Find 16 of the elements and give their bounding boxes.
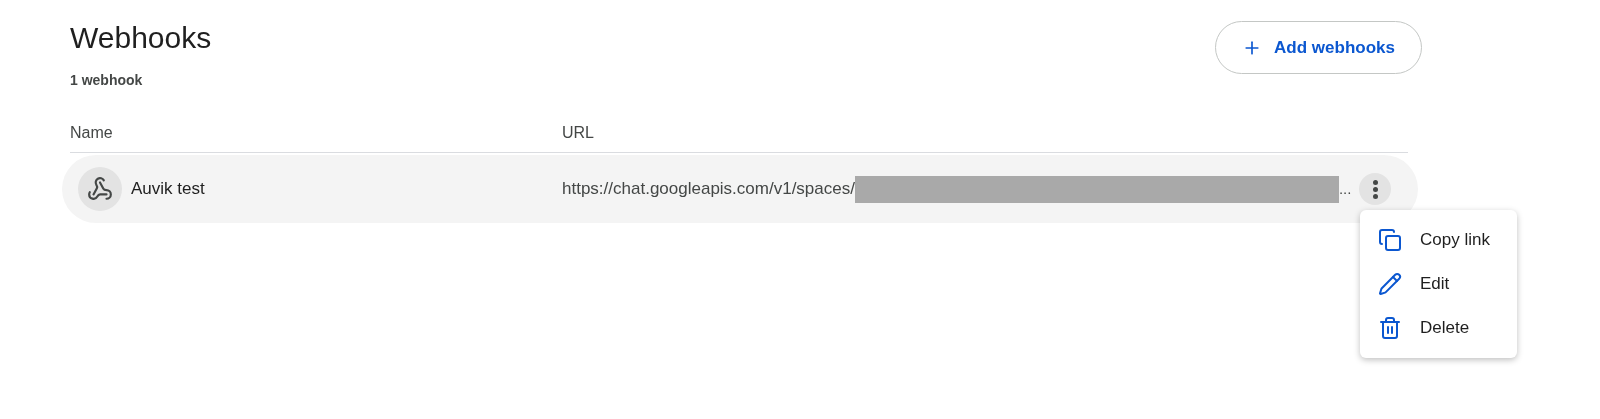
webhook-url: https://chat.googleapis.com/v1/spaces/ (562, 178, 855, 201)
column-header: Name (70, 122, 114, 143)
column-header: URL (562, 122, 594, 143)
webhook-count: 1 webhook (70, 71, 144, 90)
webhook-name: Auvik test (131, 178, 205, 201)
trash-icon (1378, 316, 1402, 340)
copy-icon (1378, 228, 1402, 252)
webhook-row[interactable]: Auvik test https://chat.googleapis.com/v1/spaces/ ... (62, 155, 1418, 223)
ellipsis: ... (1338, 178, 1352, 199)
more-vertical-icon (1372, 179, 1378, 199)
pencil-icon (1378, 272, 1402, 296)
menu-item[interactable]: Edit (1360, 262, 1517, 306)
page-title: Webhooks (70, 20, 212, 56)
more-options-button[interactable] (1359, 173, 1392, 205)
menu-item[interactable]: Delete (1360, 306, 1517, 350)
webhook-icon (78, 167, 122, 211)
